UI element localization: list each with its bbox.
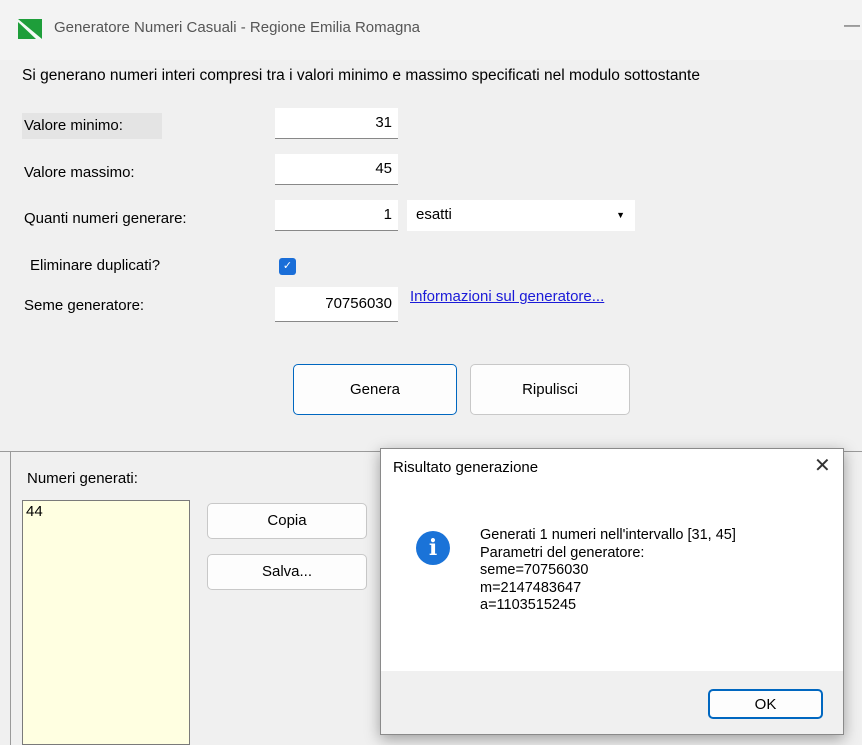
count-mode-select[interactable]: esatti ▼ [407,200,635,231]
window-title: Generatore Numeri Casuali - Regione Emil… [54,19,420,36]
dedup-label: Eliminare duplicati? [30,257,161,274]
min-label: Valore minimo: [24,117,123,134]
generator-info-link[interactable]: Informazioni sul generatore... [410,288,604,305]
message-line: Generati 1 numeri nell'intervallo [31, 4… [480,527,736,543]
message-line: a=1103515245 [480,597,577,613]
copy-button[interactable]: Copia [207,503,367,539]
count-label: Quanti numeri generare: [24,210,187,227]
dedup-checkbox[interactable]: ✓ [279,258,296,275]
close-icon[interactable]: ✕ [814,453,831,478]
ok-button[interactable]: OK [708,689,823,719]
form-description: Si generano numeri interi compresi tra i… [22,67,700,84]
max-label: Valore massimo: [24,164,135,181]
max-value-input[interactable]: 45 [275,154,398,185]
generate-button[interactable]: Genera [293,364,457,415]
message-line: Parametri del generatore: [480,544,645,561]
dialog-footer: OK [381,671,843,734]
dialog-message: Generati 1 numeri nell'intervallo [31, 4… [480,527,736,615]
minimize-button[interactable]: — [844,17,860,35]
information-icon: i [416,531,450,565]
dialog-title: Risultato generazione [393,459,539,476]
clear-button[interactable]: Ripulisci [470,364,630,415]
app-flag-icon [18,19,42,39]
count-mode-value: esatti [416,206,452,223]
result-dialog: Risultato generazione ✕ i Generati 1 num… [380,448,844,735]
output-label: Numeri generati: [27,470,138,487]
seed-label: Seme generatore: [24,297,145,314]
message-line: seme=70756030 [480,562,589,578]
message-line: m=2147483647 [480,579,582,596]
generated-numbers-textarea[interactable]: 44 [22,500,190,745]
save-button[interactable]: Salva... [207,554,367,590]
seed-value-input[interactable]: 70756030 [275,287,398,322]
title-bar: Generatore Numeri Casuali - Regione Emil… [0,0,862,60]
min-value-input[interactable]: 31 [275,108,398,139]
checkmark-icon: ✓ [282,260,293,272]
count-value-input[interactable]: 1 [275,200,398,231]
chevron-down-icon: ▼ [616,210,625,220]
